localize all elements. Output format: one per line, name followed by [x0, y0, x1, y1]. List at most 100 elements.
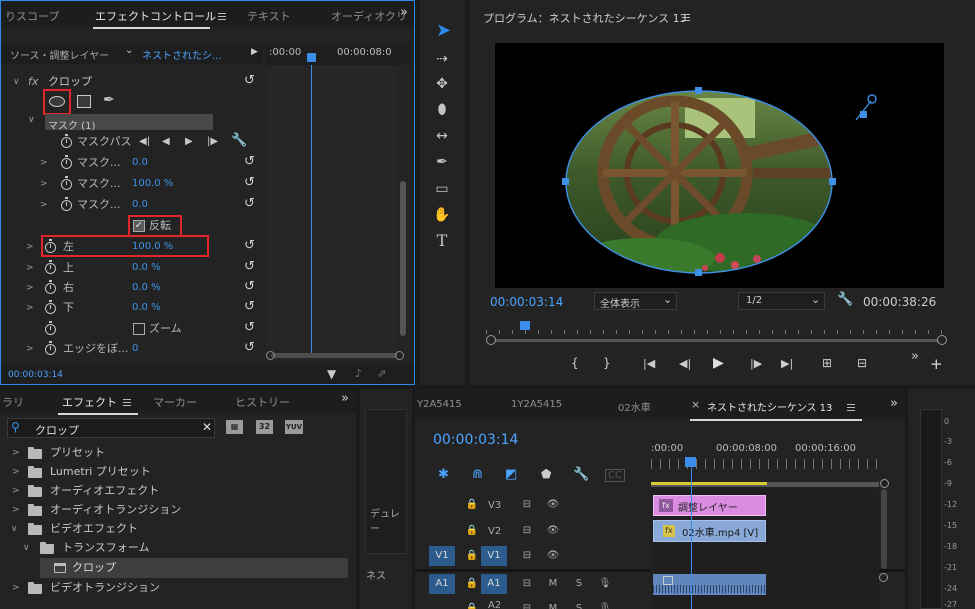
- mask-feather-handle[interactable]: [860, 111, 867, 118]
- settings-wrench-icon[interactable]: 🔧: [573, 467, 589, 482]
- stopwatch-icon[interactable]: [61, 176, 72, 190]
- razor-icon[interactable]: ⬮: [430, 99, 454, 121]
- effect-header-crop[interactable]: ∨ fx クロップ ↺: [1, 72, 266, 92]
- reset-icon[interactable]: ↺: [244, 297, 255, 317]
- panel-menu-icon[interactable]: [218, 13, 226, 20]
- stopwatch-icon[interactable]: [45, 260, 56, 274]
- sync-lock-icon[interactable]: ⊟: [515, 599, 539, 609]
- step-forward-icon[interactable]: |▶: [750, 357, 762, 370]
- tab-sequence-2[interactable]: 1Y2A5415: [511, 399, 562, 410]
- crop-property-value[interactable]: 0.0 %: [132, 298, 161, 318]
- source-patch-a1[interactable]: A1: [429, 574, 455, 594]
- sequence-label[interactable]: ネストされたシ...: [142, 47, 222, 62]
- mask-label[interactable]: マスク (1): [48, 117, 95, 132]
- eye-icon[interactable]: 👁: [541, 521, 565, 541]
- tree-item-presets[interactable]: > プリセット: [0, 443, 348, 463]
- reset-icon[interactable]: ↺: [244, 152, 255, 172]
- program-scrub-ruler[interactable]: [486, 322, 944, 334]
- track-name[interactable]: V1: [481, 546, 507, 566]
- microphone-icon[interactable]: 🎙: [593, 599, 617, 609]
- reset-icon[interactable]: ↺: [244, 257, 255, 277]
- chevron-right-icon[interactable]: >: [26, 298, 34, 318]
- sync-lock-icon[interactable]: ⊟: [515, 521, 539, 541]
- tab-sequence-3[interactable]: 02水車: [618, 399, 651, 414]
- zoom-checkbox[interactable]: [133, 323, 145, 335]
- keyframe-area[interactable]: [266, 65, 398, 361]
- step-back-icon[interactable]: ◀|: [679, 357, 691, 370]
- track-name[interactable]: A1: [481, 574, 507, 594]
- lock-icon[interactable]: 🔒: [460, 521, 484, 541]
- ripple-edit-icon[interactable]: ✥: [430, 73, 454, 95]
- step-forward-icon[interactable]: |▶: [207, 132, 218, 152]
- stopwatch-icon[interactable]: [45, 300, 56, 314]
- effects-search[interactable]: ⚲ クロップ ✕: [7, 418, 215, 438]
- rectangle-tool-icon[interactable]: ▭: [430, 178, 454, 200]
- clear-search-icon[interactable]: ✕: [202, 420, 212, 434]
- source-patch-v1[interactable]: V1: [429, 546, 455, 566]
- tree-item-audio-effects[interactable]: > オーディオエフェクト: [0, 481, 348, 501]
- horizontal-scrollbar[interactable]: [271, 353, 397, 358]
- panel-menu-icon[interactable]: [123, 399, 131, 406]
- reset-icon[interactable]: ↺: [244, 236, 255, 256]
- nest-toggle-icon[interactable]: ✱: [438, 467, 449, 482]
- hand-tool-icon[interactable]: ✋: [430, 204, 454, 226]
- extract-icon[interactable]: ⊟: [857, 356, 867, 370]
- clip-audio[interactable]: [653, 574, 766, 595]
- linked-selection-icon[interactable]: ◩: [505, 467, 517, 482]
- add-marker-icon[interactable]: ⬟: [541, 467, 551, 481]
- mute-button[interactable]: M: [541, 599, 565, 609]
- clip-video[interactable]: fx 02水車.mp4 [V]: [653, 520, 766, 542]
- crop-property-value[interactable]: 0.0 %: [132, 258, 161, 278]
- edge-value[interactable]: 0: [132, 339, 138, 359]
- vscroll-handle[interactable]: [879, 573, 888, 582]
- chevron-down-icon[interactable]: ∨: [13, 72, 20, 92]
- tree-item-video-transitions[interactable]: > ビデオトランジション: [0, 578, 348, 598]
- tab-scope[interactable]: りスコープ: [5, 8, 59, 24]
- chevron-right-icon[interactable]: >: [26, 339, 34, 359]
- work-area-handle[interactable]: [880, 479, 889, 488]
- text-tool-icon[interactable]: T: [430, 230, 454, 252]
- zoom-handle-right[interactable]: [937, 335, 947, 345]
- lock-icon[interactable]: 🔒: [460, 599, 484, 609]
- eye-icon[interactable]: 👁: [541, 546, 565, 566]
- chevron-down-icon[interactable]: ⌄: [125, 45, 133, 56]
- mask-vertex-right[interactable]: [829, 178, 836, 185]
- mask-vertex-bottom[interactable]: [695, 269, 702, 276]
- tree-item-transform[interactable]: ∨ トランスフォーム: [0, 538, 348, 558]
- tool-selection[interactable]: ➤: [428, 20, 454, 44]
- program-zoom-bar[interactable]: [490, 339, 942, 342]
- sync-lock-icon[interactable]: ⊟: [515, 495, 539, 515]
- tab-markers[interactable]: マーカー: [153, 394, 197, 410]
- reset-icon[interactable]: ↺: [244, 318, 255, 338]
- track-forward-icon[interactable]: ▶: [185, 132, 193, 152]
- program-playhead[interactable]: [520, 321, 530, 330]
- tree-item-video-effects[interactable]: ∨ ビデオエフェクト: [0, 519, 348, 539]
- microphone-icon[interactable]: 🎙: [593, 574, 617, 594]
- wrench-icon[interactable]: 🔧: [231, 131, 247, 151]
- reset-icon[interactable]: ↺: [244, 338, 255, 358]
- chevron-right-icon[interactable]: >: [40, 195, 48, 215]
- bit32-effects-icon[interactable]: 32: [256, 420, 273, 434]
- filter-icon[interactable]: ▼: [327, 367, 336, 381]
- audio-note-icon[interactable]: ♪: [355, 367, 362, 380]
- clip-adjustment-layer[interactable]: fx 調整レイヤー: [653, 495, 766, 516]
- panel-menu-icon[interactable]: [847, 404, 855, 411]
- mark-out-icon[interactable]: }: [603, 356, 611, 370]
- lift-icon[interactable]: ⊞: [822, 356, 832, 370]
- chevron-right-icon[interactable]: >: [26, 258, 34, 278]
- tab-nested-sequence[interactable]: ネストされたシーケンス 13: [707, 399, 832, 414]
- solo-button[interactable]: S: [567, 574, 591, 594]
- rectangle-mask-icon[interactable]: [77, 95, 91, 108]
- solo-button[interactable]: S: [567, 599, 591, 609]
- mask-vertex-left[interactable]: [562, 178, 569, 185]
- tab-sequence-1[interactable]: Y2A5415: [417, 399, 462, 410]
- reset-icon[interactable]: ↺: [244, 71, 255, 91]
- tab-text[interactable]: テキスト: [247, 8, 291, 24]
- sync-lock-icon[interactable]: ⊟: [515, 574, 539, 594]
- current-time[interactable]: 00:00:03:14: [8, 370, 63, 380]
- stopwatch-icon[interactable]: [45, 321, 56, 335]
- timeline-ruler[interactable]: :00:00 00:00:08:00 00:00:16:00: [651, 437, 879, 475]
- yuv-effects-icon[interactable]: YUV: [285, 420, 303, 434]
- chevron-right-icon[interactable]: >: [26, 237, 34, 257]
- go-to-out-icon[interactable]: ▶|: [781, 357, 793, 370]
